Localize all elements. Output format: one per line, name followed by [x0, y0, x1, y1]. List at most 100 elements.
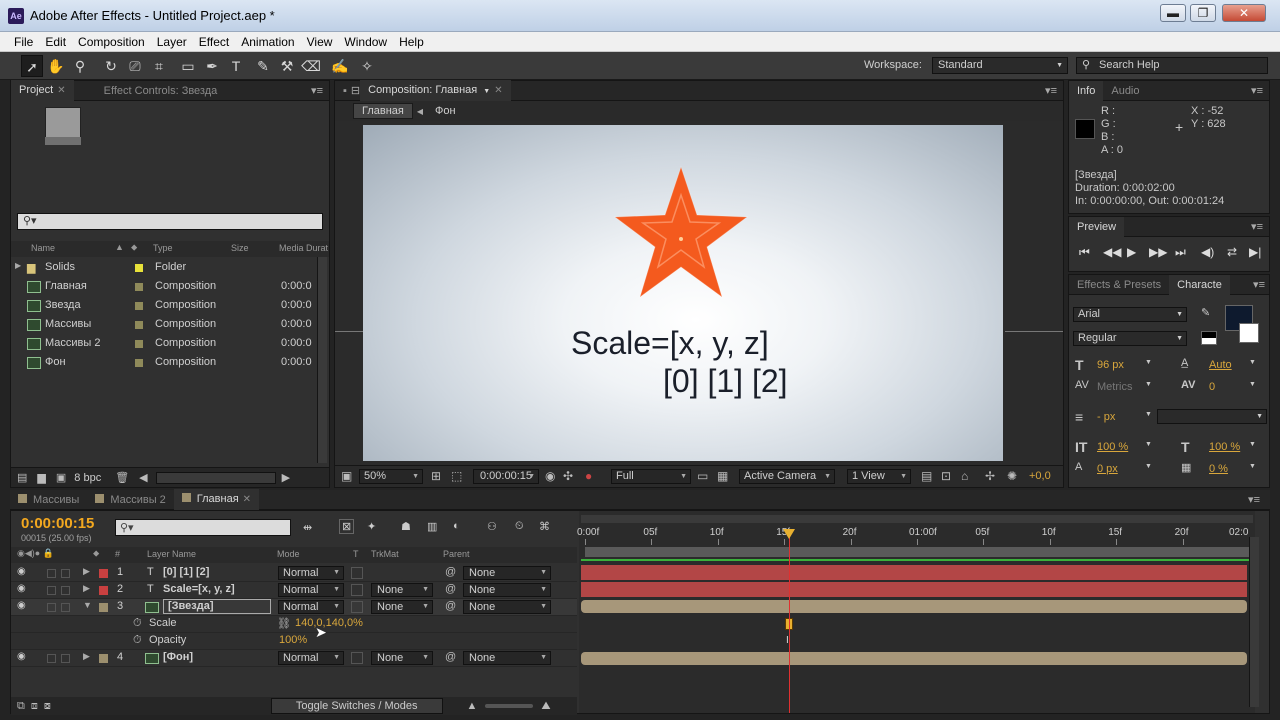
- scroll-left-icon[interactable]: ◀: [139, 471, 147, 484]
- close-icon[interactable]: ✕: [243, 494, 251, 505]
- lock-switch[interactable]: [61, 654, 70, 663]
- solo-switch[interactable]: [47, 569, 56, 578]
- stopwatch-icon[interactable]: ⏱: [133, 634, 142, 647]
- panel-menu-icon[interactable]: ▾≡: [1251, 220, 1263, 233]
- menu-layer[interactable]: Layer: [151, 32, 193, 52]
- menu-animation[interactable]: Animation: [235, 32, 300, 52]
- expand-in-out-icon[interactable]: ⧇: [44, 700, 51, 713]
- chevron-down-icon[interactable]: ▼: [1249, 463, 1256, 470]
- column-duration[interactable]: Media Durat: [279, 243, 328, 253]
- expand-transfer-controls-icon[interactable]: ⧈: [31, 700, 38, 713]
- chevron-down-icon[interactable]: ▼: [1145, 441, 1152, 448]
- track-matte-dropdown[interactable]: None: [371, 583, 433, 597]
- item-label-color[interactable]: [135, 264, 143, 272]
- bit-depth-label[interactable]: 8 bpc: [74, 472, 101, 484]
- playhead-marker[interactable]: [783, 529, 795, 539]
- layer-bar-3[interactable]: [581, 600, 1247, 613]
- maximize-button[interactable]: ❐: [1190, 4, 1216, 22]
- solo-switch[interactable]: [47, 654, 56, 663]
- font-style-dropdown[interactable]: Regular ▼: [1073, 331, 1187, 346]
- layer-label-color[interactable]: [99, 654, 108, 663]
- timeline-icon[interactable]: ✢: [985, 469, 995, 483]
- horizontal-scrollbar[interactable]: [155, 471, 276, 484]
- font-family-dropdown[interactable]: Arial ▼: [1073, 307, 1187, 322]
- preserve-transparency-checkbox[interactable]: [351, 652, 363, 664]
- auto-keyframe-icon[interactable]: ⏲: [515, 520, 524, 533]
- chevron-down-icon[interactable]: ▼: [1145, 411, 1152, 418]
- live-update-icon[interactable]: ⊠: [339, 519, 355, 534]
- chevron-down-icon[interactable]: ▼: [1145, 359, 1152, 366]
- preserve-transparency-checkbox[interactable]: [351, 601, 363, 613]
- solo-switch[interactable]: [47, 586, 56, 595]
- visibility-eye-icon[interactable]: ◉: [17, 583, 26, 594]
- column-parent[interactable]: Parent: [443, 549, 470, 559]
- project-item[interactable]: ▶ ▆ Solids Folder: [11, 259, 329, 278]
- menu-window[interactable]: Window: [338, 32, 393, 52]
- crumb-background[interactable]: Фон: [427, 104, 464, 118]
- zoom-out-icon[interactable]: ▲: [467, 700, 478, 712]
- collapse-triangle-icon[interactable]: ▼: [83, 600, 92, 610]
- chevron-down-icon[interactable]: ▼: [1249, 441, 1256, 448]
- column-type[interactable]: Type: [153, 243, 173, 253]
- zoom-slider[interactable]: [485, 704, 534, 708]
- trash-icon[interactable]: 🗑: [115, 471, 129, 484]
- pan-behind-tool-icon[interactable]: ⌗: [148, 55, 170, 77]
- tab-timeline-arrays[interactable]: Массивы: [10, 490, 87, 510]
- zoom-tool-icon[interactable]: ⚲: [69, 55, 91, 77]
- chevron-down-icon[interactable]: ▼: [1145, 381, 1152, 388]
- parent-dropdown[interactable]: None: [463, 566, 551, 580]
- close-button[interactable]: ✕: [1222, 4, 1266, 22]
- pick-whip-icon[interactable]: @: [445, 583, 456, 595]
- layer-row[interactable]: ◉ ▶ 2 T Scale=[x, y, z] Normal None @ No…: [11, 582, 577, 599]
- stroke-width-value[interactable]: - px: [1097, 411, 1115, 423]
- fast-previews-icon[interactable]: ▭: [697, 469, 708, 483]
- visibility-eye-icon[interactable]: ◉: [17, 600, 26, 611]
- new-composition-icon[interactable]: ▣: [56, 471, 66, 484]
- scale-value[interactable]: 140,0,140,0%: [295, 617, 363, 629]
- track-matte-dropdown[interactable]: None: [371, 600, 433, 614]
- item-label-color[interactable]: [135, 283, 143, 291]
- blend-mode-dropdown[interactable]: Normal: [278, 583, 344, 597]
- layer-label-color[interactable]: [99, 569, 108, 578]
- tab-preview[interactable]: Preview: [1069, 216, 1125, 237]
- tab-info[interactable]: Info: [1069, 80, 1104, 101]
- stopwatch-icon[interactable]: ⏱: [133, 617, 142, 630]
- item-label-color[interactable]: [135, 359, 143, 367]
- column-name[interactable]: Name: [31, 243, 55, 253]
- menu-view[interactable]: View: [301, 32, 339, 52]
- loop-icon[interactable]: ⇄: [1227, 245, 1237, 259]
- black-white-swatch[interactable]: [1201, 331, 1217, 345]
- zoom-in-icon[interactable]: ⛰: [541, 700, 550, 713]
- previous-frame-icon[interactable]: ◀◀: [1103, 245, 1121, 259]
- kerning-value[interactable]: Metrics: [1097, 381, 1132, 393]
- parent-dropdown[interactable]: None: [463, 583, 551, 597]
- workspace-dropdown[interactable]: Standard ▼: [932, 57, 1068, 74]
- fast-previews-2-icon[interactable]: ⊡: [941, 469, 951, 483]
- project-item[interactable]: Массивы 2 Composition 0:00:0: [11, 335, 329, 354]
- hand-tool-icon[interactable]: ✋: [45, 55, 67, 77]
- project-item[interactable]: Звезда Composition 0:00:0: [11, 297, 329, 316]
- crumb-main[interactable]: Главная: [353, 103, 413, 119]
- toggle-pixel-aspect-icon[interactable]: ▤: [921, 469, 932, 483]
- blend-mode-dropdown[interactable]: Normal: [278, 651, 344, 665]
- show-snapshot-icon[interactable]: ✣: [563, 469, 573, 483]
- frame-blending-icon[interactable]: ▥: [427, 520, 437, 533]
- lock-switch[interactable]: [61, 603, 70, 612]
- resolution-dropdown[interactable]: Full: [611, 469, 691, 484]
- leading-value[interactable]: Auto: [1209, 359, 1232, 371]
- project-item[interactable]: Фон Composition 0:00:0: [11, 354, 329, 373]
- composition-canvas[interactable]: Scale=[x, y, z] [0] [1] [2]: [363, 125, 1003, 461]
- layer-bar-1[interactable]: [581, 565, 1247, 580]
- layer-name[interactable]: [0] [1] [2]: [163, 566, 209, 578]
- panel-menu-icon[interactable]: ▾≡: [1251, 84, 1263, 97]
- layer-row-selected[interactable]: ◉ ▼ 3 [Звезда] Normal None @ None: [11, 599, 577, 616]
- expand-triangle-icon[interactable]: ▶: [83, 651, 90, 662]
- project-search-input[interactable]: ⚲▾: [17, 213, 323, 230]
- layer-label-color[interactable]: [99, 586, 108, 595]
- close-icon[interactable]: ✕: [57, 85, 65, 96]
- column-trkmat[interactable]: TrkMat: [371, 549, 399, 559]
- layer-name[interactable]: Scale=[x, y, z]: [163, 583, 235, 595]
- tab-composition[interactable]: Composition: Главная ▼ ✕: [360, 79, 511, 102]
- menu-help[interactable]: Help: [393, 32, 430, 52]
- text-layer-indices[interactable]: [0] [1] [2]: [663, 363, 788, 400]
